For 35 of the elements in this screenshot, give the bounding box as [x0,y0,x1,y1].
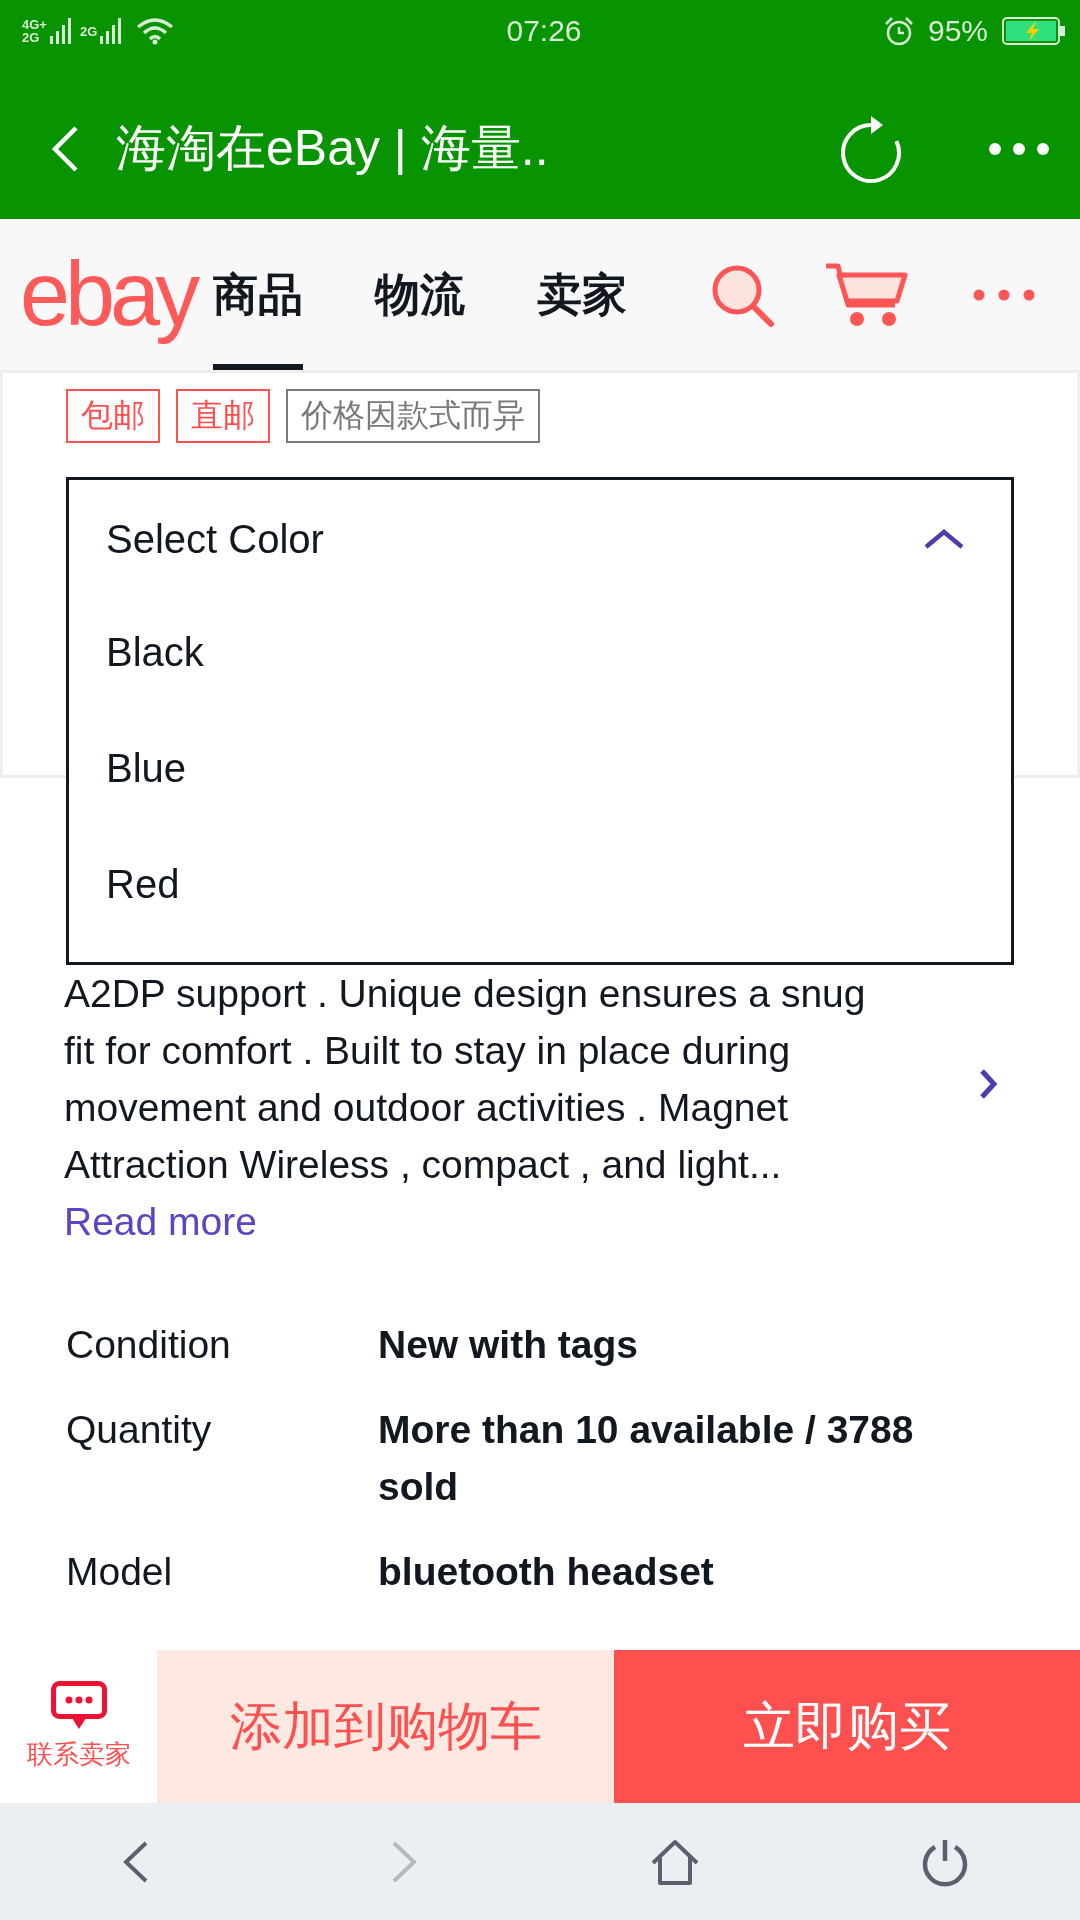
wifi-icon [136,17,175,45]
tag: 直邮 [176,389,270,443]
battery-percent: 95% [927,14,988,48]
signal-icon [100,18,123,44]
spec-label: Model [66,1549,174,1595]
tag: 价格因款式而异 [286,389,540,443]
network-type-label: 2G [79,24,98,38]
chevron-right-icon[interactable] [978,1068,998,1100]
back-icon[interactable] [50,123,80,174]
spec-value: New with tags [378,1322,640,1368]
tag: 包邮 [66,389,160,443]
more-icon[interactable] [973,288,1036,301]
spec-value: bluetooth headset [378,1549,715,1595]
caret-icon [923,528,965,550]
logo: ebay [20,242,197,346]
home-icon[interactable] [650,1837,700,1886]
network-type-label: 4G+ [22,18,47,31]
spec-label: Condition [66,1322,232,1368]
tab[interactable]: 物流 [375,219,466,370]
dropdown-option[interactable]: Black [106,629,204,675]
spec-label: Quantity [66,1407,213,1453]
signal-icon [49,18,72,44]
dropdown-option[interactable]: Blue [106,745,187,791]
description-text: A2DP support . Unique design ensures a snug fit for comfort . Built to stay in place during movement and outdoor activities . Magnet Attraction Wireless , compact , and light... [64,971,867,1188]
alarm-clock-icon [883,16,914,46]
spec-value: More than 10 available / 3788 sold [378,1407,915,1510]
select-color-dropdown[interactable]: Select Color [69,480,1011,598]
dropdown-option[interactable]: Red [106,861,180,907]
network-type-label: 2G [22,31,41,44]
clock-time: 07:26 [506,14,582,48]
more-icon[interactable] [988,141,1050,156]
page-title: 海淘在eBay | 海量.. [116,119,550,178]
read-more-link[interactable]: Read more [64,1193,257,1250]
chat-icon [50,1681,107,1731]
tab[interactable]: 卖家 [537,219,628,370]
